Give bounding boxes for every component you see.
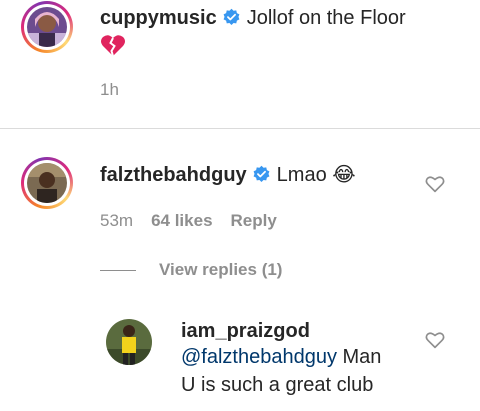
view-replies-button[interactable]: View replies (1) xyxy=(159,260,300,280)
avatar-cuppymusic[interactable] xyxy=(21,1,73,53)
verified-badge-icon xyxy=(253,165,270,182)
avatar-iam-praizgod[interactable] xyxy=(106,319,152,365)
divider xyxy=(0,128,480,129)
reply-text-line1: @falzthebahdguy Man xyxy=(181,346,382,368)
like-heart-icon[interactable] xyxy=(425,331,445,349)
reply-username[interactable]: iam_praizgod xyxy=(181,319,310,343)
username[interactable]: cuppymusic xyxy=(100,7,217,29)
broken-heart-emoji: 💔 xyxy=(100,34,126,64)
verified-badge-icon xyxy=(223,8,240,25)
avatar-falzthebahdguy[interactable] xyxy=(21,157,73,209)
timestamp: 53m xyxy=(100,211,134,230)
like-heart-icon[interactable] xyxy=(425,175,445,193)
comment-cuppymusic: cuppymusic Jollof on the Floor xyxy=(100,6,406,30)
avatar-image xyxy=(27,7,67,47)
username[interactable]: falzthebahdguy xyxy=(100,164,247,186)
comment-text: Lmao 😂 xyxy=(276,164,356,186)
comment-falzthebahdguy: falzthebahdguy Lmao 😂 xyxy=(100,163,356,187)
view-replies-line xyxy=(100,270,136,271)
comment-text: Jollof on the Floor xyxy=(246,7,406,29)
avatar-image xyxy=(106,319,152,365)
comment-meta: 1h xyxy=(100,80,137,100)
likes-count[interactable]: 64 likes xyxy=(151,211,212,230)
avatar-image xyxy=(27,163,67,203)
mention-link[interactable]: @falzthebahdguy xyxy=(181,346,337,368)
comment-meta: 53m 64 likes Reply xyxy=(100,211,295,231)
broken-heart-icon xyxy=(101,35,125,57)
reply-button[interactable]: Reply xyxy=(231,211,277,230)
reply-text-line2: U is such a great club xyxy=(181,374,374,396)
timestamp: 1h xyxy=(100,80,119,99)
